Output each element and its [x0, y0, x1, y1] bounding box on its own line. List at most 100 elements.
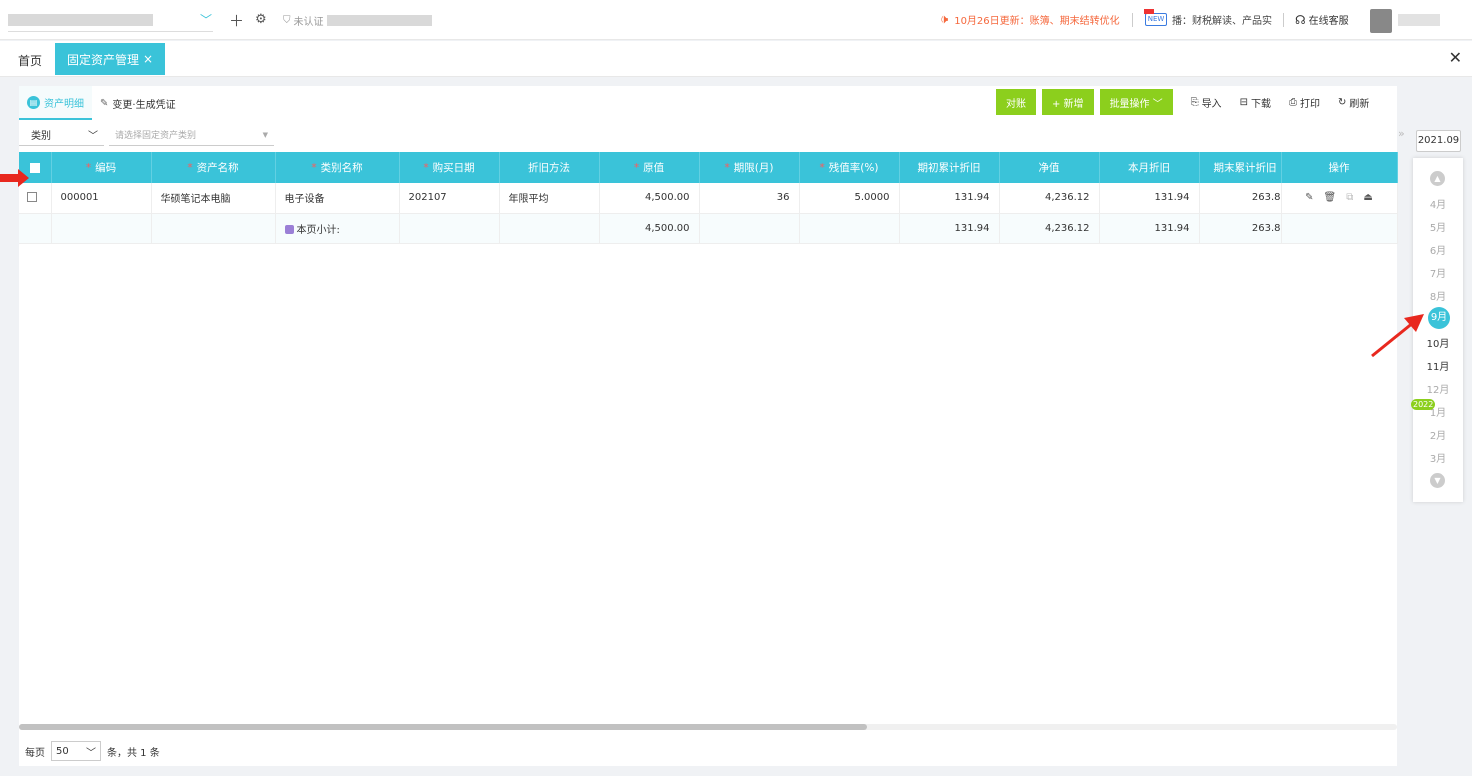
scrollbar-thumb[interactable] — [19, 724, 867, 730]
subtotal-row: 本页小计: 4,500.00 131.94 4,236.12 131.94 26… — [19, 213, 1398, 244]
col-category[interactable]: * 类别名称 — [275, 152, 400, 183]
tab-fixed-assets[interactable]: 固定资产管理 × — [55, 43, 165, 75]
subtotal-open-dep: 131.94 — [899, 213, 1000, 244]
col-residual[interactable]: * 残值率(%) — [799, 152, 900, 183]
col-date[interactable]: * 购买日期 — [399, 152, 500, 183]
copy-icon[interactable]: ⧉ — [1346, 192, 1353, 203]
chevron-down-icon: ﹀ — [1152, 98, 1163, 110]
auth-status[interactable]: ⛉ 未认证 — [283, 13, 432, 28]
period-display[interactable]: 2021.09 — [1416, 130, 1461, 152]
live-broadcast[interactable]: NEW 播：财税解读、产品实 — [1144, 9, 1290, 27]
tab-bar: 首页 固定资产管理 × ✕ — [0, 41, 1472, 77]
cell-original[interactable]: 4,500.00 — [599, 183, 700, 214]
trash-icon[interactable]: 🗑 — [1324, 192, 1337, 203]
subtotal-net: 4,236.12 — [999, 213, 1100, 244]
subtotal-label-cell: 本页小计: — [275, 213, 400, 244]
cell-month-dep[interactable]: 131.94 — [1099, 183, 1200, 214]
account-name-redacted — [8, 14, 153, 26]
col-method[interactable]: 折旧方法 — [499, 152, 600, 183]
toolbar: 对账 + 新增 批量操作 ﹀ ⎘ 导入 ⊟ 下载 ⎙ 打印 ↻ 刷新 — [996, 89, 1369, 115]
close-icon[interactable]: × — [143, 52, 153, 66]
subtab-change-voucher[interactable]: ✎ 变更·生成凭证 — [92, 86, 184, 120]
month-item[interactable]: 7月 — [1413, 265, 1463, 280]
col-term[interactable]: * 期限(月) — [699, 152, 800, 183]
download-icon: ⊟ — [1239, 96, 1248, 108]
month-item[interactable]: 12月 — [1413, 381, 1463, 396]
month-item[interactable]: 8月 — [1413, 288, 1463, 303]
import-icon: ⎘ — [1190, 96, 1199, 108]
add-button[interactable]: + 新增 — [1042, 89, 1094, 115]
year-badge: 2022 — [1411, 399, 1436, 410]
subtotal-month-dep: 131.94 — [1099, 213, 1200, 244]
col-month-dep[interactable]: 本月折旧 — [1099, 152, 1200, 183]
horizontal-scrollbar[interactable] — [19, 724, 1397, 730]
filter-bar: 类别 ﹀ 请选择固定资产类别 ▼ — [19, 124, 274, 146]
download-button[interactable]: ⊟ 下载 — [1240, 95, 1271, 110]
chevron-up-icon[interactable]: ▲ — [1430, 171, 1445, 186]
cell-term[interactable]: 36 — [699, 183, 800, 214]
cell-name[interactable]: 华硕笔记本电脑 — [151, 183, 276, 214]
close-all-icon[interactable]: ✕ — [1449, 48, 1462, 67]
annotation-arrow-icon — [0, 169, 29, 187]
col-end-dep[interactable]: 期末累计折旧 — [1199, 152, 1282, 183]
subtotal-original: 4,500.00 — [599, 213, 700, 244]
dispose-icon[interactable]: ⏏ — [1363, 192, 1372, 203]
select-all-checkbox[interactable] — [29, 162, 40, 173]
row-checkbox[interactable] — [27, 192, 37, 203]
refresh-icon: ↻ — [1337, 96, 1347, 108]
reconcile-button[interactable]: 对账 — [996, 89, 1036, 115]
tab-home[interactable]: 首页 — [18, 52, 42, 69]
month-item[interactable]: 11月 — [1413, 358, 1463, 373]
online-service[interactable]: ☊ 在线客服 — [1295, 12, 1349, 28]
cell-end-dep[interactable]: 263.8 — [1199, 183, 1282, 214]
plus-icon[interactable]: ＋ — [229, 10, 244, 31]
batch-button[interactable]: 批量操作 ﹀ — [1099, 89, 1173, 115]
account-selector[interactable]: ﹀ — [8, 8, 213, 32]
row-actions: ✎ 🗑 ⧉ ⏏ — [1291, 192, 1388, 203]
chevron-down-icon[interactable]: ▼ — [1430, 473, 1445, 488]
month-item[interactable]: 3月 — [1413, 450, 1463, 465]
col-open-dep[interactable]: 期初累计折旧 — [899, 152, 1000, 183]
month-item-selected[interactable]: 9月 — [1428, 307, 1450, 329]
annotation-arrow-icon — [1371, 314, 1424, 358]
category-filter-select[interactable]: 类别 ﹀ — [19, 124, 104, 146]
news-banner[interactable]: 🕩 10月26日更新：账簿、期末结转优化 — [940, 12, 1139, 27]
col-name[interactable]: * 资产名称 — [151, 152, 276, 183]
cell-residual[interactable]: 5.0000 — [799, 183, 900, 214]
col-original[interactable]: * 原值 — [599, 152, 700, 183]
cell-date[interactable]: 202107 — [399, 183, 500, 214]
edit-doc-icon: ✎ — [100, 97, 109, 109]
main-panel: ▤ 资产明细 ✎ 变更·生成凭证 对账 + 新增 批量操作 ﹀ ⎘ 导入 ⊟ 下… — [19, 86, 1398, 766]
double-chevron-right-icon[interactable]: » — [1398, 127, 1405, 140]
refresh-button[interactable]: ↻ 刷新 — [1338, 95, 1369, 110]
month-item[interactable]: 4月 — [1413, 196, 1463, 211]
month-item[interactable]: 5月 — [1413, 219, 1463, 234]
category-input[interactable]: 请选择固定资产类别 ▼ — [109, 124, 274, 146]
gear-icon[interactable]: ⚙ — [255, 12, 267, 27]
subtab-asset-detail[interactable]: ▤ 资产明细 — [19, 86, 92, 120]
cell-actions: ✎ 🗑 ⧉ ⏏ — [1281, 183, 1398, 214]
month-item[interactable]: 2月 — [1413, 427, 1463, 442]
list-icon: ▤ — [27, 95, 40, 109]
headset-icon: ☊ — [1295, 12, 1306, 27]
divider — [1283, 12, 1284, 27]
subtotal-end-dep: 263.8 — [1199, 213, 1282, 244]
col-code[interactable]: * 编码 — [51, 152, 152, 183]
cell-category[interactable]: 电子设备 — [275, 183, 400, 214]
calculator-icon — [284, 225, 294, 234]
chevron-down-icon: ﹀ — [200, 13, 213, 27]
import-button[interactable]: ⎘ 导入 — [1191, 95, 1222, 110]
avatar[interactable] — [1370, 9, 1392, 33]
cell-code[interactable]: 000001 — [51, 183, 152, 214]
cell-open-dep[interactable]: 131.94 — [899, 183, 1000, 214]
cell-method[interactable]: 年限平均 — [499, 183, 600, 214]
print-button[interactable]: ⎙ 打印 — [1289, 95, 1320, 110]
col-net[interactable]: 净值 — [999, 152, 1100, 183]
month-item[interactable]: 6月 — [1413, 242, 1463, 257]
cell-net[interactable]: 4,236.12 — [999, 183, 1100, 214]
chevron-down-icon: ﹀ — [86, 747, 96, 759]
edit-icon[interactable]: ✎ — [1305, 192, 1313, 203]
table-row[interactable]: 000001 华硕笔记本电脑 电子设备 202107 年限平均 4,500.00… — [19, 183, 1398, 214]
divider — [1131, 12, 1133, 27]
page-size-select[interactable]: 50 ﹀ — [51, 741, 101, 761]
